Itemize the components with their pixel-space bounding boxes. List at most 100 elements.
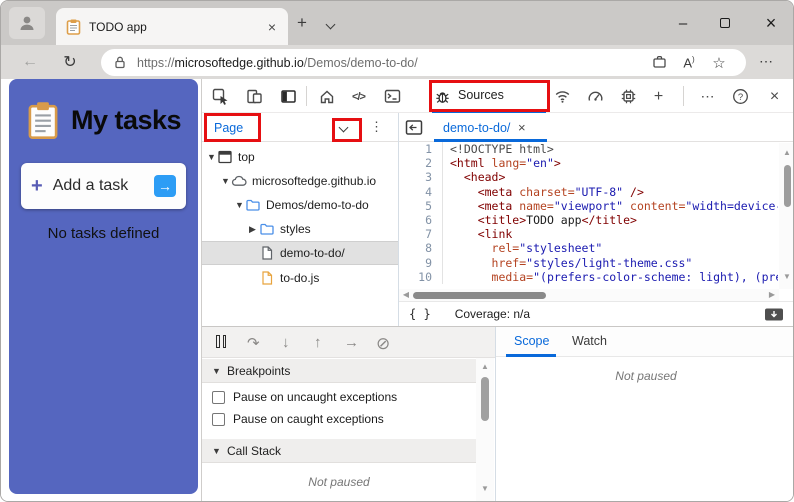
line-number[interactable]: 5 bbox=[399, 198, 443, 214]
console-tab-button[interactable] bbox=[384, 88, 401, 105]
step-button[interactable]: → bbox=[344, 334, 359, 351]
workspaces-icon[interactable] bbox=[644, 54, 674, 72]
expand-arrow-icon[interactable]: ▼ bbox=[207, 152, 217, 162]
window-minimize-button[interactable]: – bbox=[663, 1, 703, 45]
code-line[interactable]: 7 <link bbox=[399, 227, 778, 242]
device-emulation-button[interactable] bbox=[246, 88, 263, 105]
tree-item-label: to-do.js bbox=[280, 271, 320, 285]
hide-navigator-button[interactable] bbox=[405, 119, 423, 141]
code-line[interactable]: 8 rel="stylesheet" bbox=[399, 241, 778, 256]
maximize-icon bbox=[720, 18, 730, 28]
memory-tab-button[interactable] bbox=[620, 88, 637, 105]
scroll-up-arrow[interactable]: ▲ bbox=[779, 149, 793, 157]
scrollbar-thumb[interactable] bbox=[481, 377, 489, 421]
tree-item-top[interactable]: ▼ top bbox=[202, 145, 398, 169]
code-line[interactable]: 3 <head> bbox=[399, 170, 778, 185]
line-number[interactable]: 7 bbox=[399, 227, 443, 242]
toolbar-separator-2 bbox=[683, 86, 684, 106]
elements-tab-button[interactable]: </> bbox=[350, 88, 367, 105]
line-number[interactable]: 1 bbox=[399, 142, 443, 157]
welcome-tab-button[interactable] bbox=[318, 88, 335, 105]
call-stack-section-header[interactable]: ▼ Call Stack bbox=[202, 439, 476, 463]
line-number[interactable]: 3 bbox=[399, 170, 443, 185]
code-line[interactable]: 5 <meta name="viewport" content="width=d… bbox=[399, 198, 778, 214]
navigator-page-tab[interactable]: Page bbox=[214, 121, 243, 135]
step-into-button[interactable]: ↓ bbox=[282, 334, 290, 351]
watch-tab[interactable]: Watch bbox=[572, 334, 607, 348]
code-line[interactable]: 6 <title>TODO app</title> bbox=[399, 213, 778, 228]
help-button[interactable]: ? bbox=[732, 88, 749, 105]
line-number[interactable]: 6 bbox=[399, 213, 443, 228]
code-line[interactable]: 1 <!DOCTYPE html> bbox=[399, 142, 778, 157]
tree-item-origin[interactable]: ▼ microsoftedge.github.io bbox=[202, 169, 398, 193]
add-task-button[interactable]: + Add a task → bbox=[21, 163, 186, 209]
inspect-element-button[interactable] bbox=[212, 88, 229, 105]
customize-devtools-button[interactable]: ⋯ bbox=[699, 88, 716, 105]
step-out-button[interactable]: ↑ bbox=[314, 334, 322, 351]
pause-caught-checkbox[interactable] bbox=[212, 412, 225, 426]
browser-tab[interactable]: TODO app × bbox=[56, 8, 288, 45]
debugger-pane-scrollbar[interactable]: ▲ ▼ bbox=[476, 358, 494, 501]
expand-arrow-icon[interactable]: ▼ bbox=[221, 176, 231, 186]
collapse-arrow-icon[interactable]: ▶ bbox=[249, 224, 259, 235]
line-number[interactable]: 2 bbox=[399, 156, 443, 171]
sources-tab-label[interactable]: Sources bbox=[458, 88, 504, 102]
show-drawer-icon[interactable] bbox=[764, 307, 784, 322]
sources-tab-button[interactable] bbox=[434, 88, 451, 105]
profile-button[interactable] bbox=[9, 7, 45, 39]
scroll-down-arrow[interactable]: ▼ bbox=[779, 273, 793, 281]
breakpoints-section-header[interactable]: ▼ Breakpoints bbox=[202, 359, 476, 383]
scroll-up-arrow[interactable]: ▲ bbox=[476, 363, 494, 371]
deactivate-breakpoints-button[interactable]: ⊘ bbox=[376, 334, 390, 354]
scope-tab[interactable]: Scope bbox=[514, 334, 549, 348]
code-line[interactable]: 10 media="(prefers-color-scheme: light),… bbox=[399, 269, 778, 285]
tree-item-styles-folder[interactable]: ▶ styles bbox=[202, 217, 398, 241]
tree-item-to-do-js[interactable]: to-do.js bbox=[202, 266, 398, 290]
editor-tab-demo-to-do[interactable]: demo-to-do/ bbox=[443, 121, 510, 135]
close-devtools-button[interactable]: × bbox=[766, 88, 783, 105]
line-number[interactable]: 8 bbox=[399, 241, 443, 256]
favorites-star-button[interactable]: ☆ bbox=[704, 54, 734, 72]
navigator-menu-button[interactable]: ⋮ bbox=[370, 119, 383, 135]
code-line[interactable]: 9 href="styles/light-theme.css" bbox=[399, 255, 778, 270]
window-close-button[interactable]: × bbox=[751, 1, 791, 45]
new-tab-button[interactable]: + bbox=[297, 13, 307, 33]
expand-arrow-icon[interactable]: ▼ bbox=[235, 200, 245, 210]
scroll-right-arrow[interactable]: ▶ bbox=[765, 291, 779, 299]
read-aloud-button[interactable]: A) bbox=[674, 55, 704, 70]
tab-close-button[interactable]: × bbox=[266, 19, 278, 35]
pretty-print-button[interactable]: { } bbox=[409, 307, 431, 321]
line-number[interactable]: 10 bbox=[399, 269, 443, 285]
back-button[interactable]: ← bbox=[15, 45, 45, 79]
scrollbar-thumb[interactable] bbox=[413, 291, 546, 299]
chevron-down-icon bbox=[338, 122, 349, 133]
pause-button[interactable] bbox=[216, 335, 226, 348]
scrollbar-thumb[interactable] bbox=[783, 165, 791, 207]
tree-item-demo-to-do-selected[interactable]: demo-to-do/ bbox=[202, 241, 398, 265]
settings-more-button[interactable]: ⋯ bbox=[759, 53, 773, 70]
editor-tab-close-button[interactable]: × bbox=[518, 120, 526, 135]
address-bar[interactable]: https://microsoftedge.github.io/Demos/de… bbox=[101, 49, 746, 76]
tree-item-demos-folder[interactable]: ▼ Demos/demo-to-do bbox=[202, 193, 398, 217]
submit-task-button[interactable]: → bbox=[154, 175, 176, 197]
scroll-left-arrow[interactable]: ◀ bbox=[399, 291, 413, 299]
window-maximize-button[interactable] bbox=[705, 1, 745, 45]
code-line[interactable]: 4 <meta charset="UTF-8" /> bbox=[399, 184, 778, 199]
refresh-button[interactable]: ↻ bbox=[55, 45, 85, 79]
line-number[interactable]: 4 bbox=[399, 184, 443, 199]
pause-uncaught-checkbox[interactable] bbox=[212, 390, 225, 404]
source-code-editor[interactable]: 1 <!DOCTYPE html> 2 <html lang="en"> 3 <head… bbox=[399, 142, 778, 289]
line-number[interactable]: 9 bbox=[399, 255, 443, 270]
scroll-down-arrow[interactable]: ▼ bbox=[476, 485, 494, 493]
step-over-button[interactable]: ↷ bbox=[247, 334, 260, 352]
network-tab-button[interactable] bbox=[554, 88, 571, 105]
focus-panel-button[interactable] bbox=[280, 88, 297, 105]
tab-list-chevron-icon[interactable] bbox=[325, 19, 336, 30]
code-text: <link bbox=[450, 227, 513, 242]
code-line[interactable]: 2 <html lang="en"> bbox=[399, 156, 778, 171]
more-tools-add-button[interactable]: + bbox=[650, 88, 667, 105]
editor-horizontal-scrollbar[interactable]: ◀ ▶ bbox=[399, 289, 779, 301]
performance-tab-button[interactable] bbox=[587, 88, 604, 105]
editor-vertical-scrollbar[interactable]: ▲ ▼ bbox=[779, 143, 793, 289]
more-navigator-tabs-chevron[interactable] bbox=[338, 122, 349, 133]
